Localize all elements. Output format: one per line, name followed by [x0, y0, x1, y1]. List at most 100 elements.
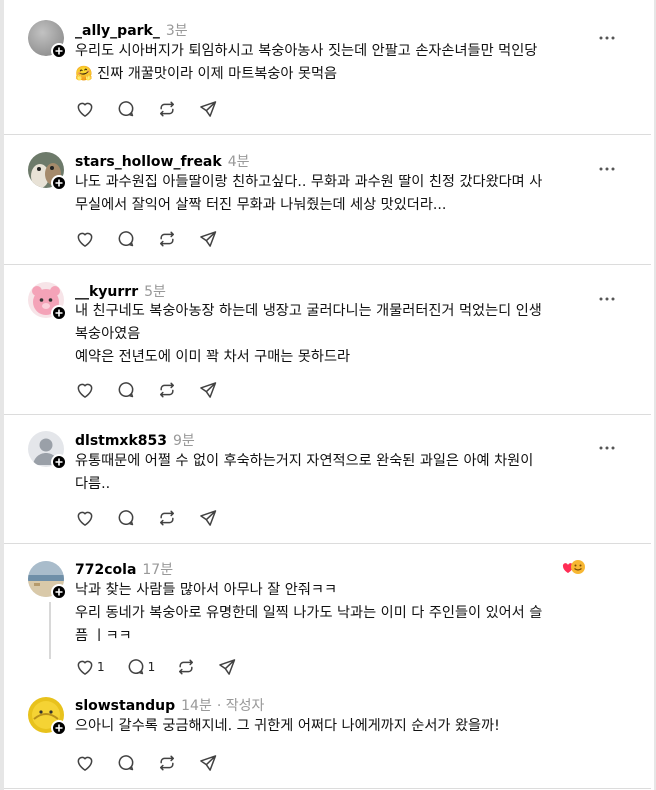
- heart-icon: [75, 508, 95, 528]
- post-divider: [4, 788, 651, 789]
- like-count: 1: [97, 660, 105, 674]
- post-text-line: 우리 동네가 복숭아로 유명한데 일찍 나가도 낙과는 이미 다 주인들이 있어…: [75, 605, 543, 621]
- follow-plus-icon[interactable]: [51, 584, 67, 600]
- username[interactable]: stars_hollow_freak: [75, 154, 222, 170]
- repost-button[interactable]: [157, 229, 177, 249]
- like-button[interactable]: [75, 380, 95, 400]
- action-bar: [75, 98, 239, 120]
- timestamp[interactable]: 17분: [142, 559, 173, 579]
- post-divider: [4, 543, 651, 544]
- comment-icon: [116, 99, 136, 119]
- repost-icon: [157, 380, 177, 400]
- action-bar: [75, 379, 239, 401]
- post-text: 유통때문에 어쩔 수 없이 후숙하는거지 자연적으로 완숙된 과일은 아예 차원…: [75, 450, 620, 496]
- like-button[interactable]: 1: [75, 657, 105, 677]
- share-button[interactable]: [198, 508, 218, 528]
- reply-button[interactable]: [116, 753, 136, 773]
- post-text-line: 복숭아였음: [75, 326, 141, 342]
- post-text-line: 낙과 찾는 사람들 많아서 아무나 잘 안줘ㅋㅋ: [75, 582, 338, 598]
- repost-icon: [157, 753, 177, 773]
- comment-icon: [116, 753, 136, 773]
- send-icon: [198, 99, 218, 119]
- avatar[interactable]: [28, 431, 67, 470]
- more-icon[interactable]: [598, 26, 616, 40]
- comment-icon: [116, 508, 136, 528]
- heart-icon: [75, 380, 95, 400]
- action-bar: [75, 228, 239, 250]
- send-icon: [198, 229, 218, 249]
- repost-icon: [157, 99, 177, 119]
- repost-icon: [157, 508, 177, 528]
- repost-button[interactable]: [157, 753, 177, 773]
- avatar[interactable]: [28, 152, 67, 191]
- avatar[interactable]: [28, 561, 67, 600]
- repost-button[interactable]: [157, 99, 177, 119]
- send-icon: [217, 657, 237, 677]
- follow-plus-icon[interactable]: [51, 454, 67, 470]
- comment-icon: [116, 380, 136, 400]
- repost-button[interactable]: [176, 657, 196, 677]
- post-text: 나도 과수원집 아들딸이랑 친하고싶다.. 무화과 과수원 딸이 친정 갔다왔다…: [75, 171, 620, 217]
- timestamp[interactable]: 9분: [173, 430, 195, 450]
- heart-icon: [75, 99, 95, 119]
- reply-button[interactable]: [116, 508, 136, 528]
- send-icon: [198, 380, 218, 400]
- post-text: 으아니 갈수록 궁금해지네. 그 귀한게 어쩌다 나에게까지 순서가 왔을까!: [75, 715, 620, 738]
- comment-icon: [116, 229, 136, 249]
- avatar[interactable]: [28, 20, 67, 59]
- post-text-line: 무실에서 잘익어 살짝 터진 무화과 나눠줬는데 세상 맛있더라...: [75, 197, 447, 213]
- repost-icon: [176, 657, 196, 677]
- more-icon[interactable]: [598, 287, 616, 301]
- post-text-line: 유통때문에 어쩔 수 없이 후숙하는거지 자연적으로 완숙된 과일은 아예 차원…: [75, 453, 534, 469]
- follow-plus-icon[interactable]: [51, 43, 67, 59]
- avatar[interactable]: [28, 697, 67, 736]
- like-button[interactable]: [75, 99, 95, 119]
- username[interactable]: dlstmxk853: [75, 433, 167, 449]
- post-text-line: 예약은 전년도에 이미 꽉 차서 구매는 못하드라: [75, 349, 351, 365]
- post-text-line: 🤗 진짜 개꿀맛이라 이제 마트복숭아 못먹음: [75, 66, 338, 82]
- author-tag: · 작성자: [216, 698, 265, 714]
- username[interactable]: _ally_park_: [75, 23, 160, 39]
- heart-icon: [75, 229, 95, 249]
- post-text-line: 나도 과수원집 아들딸이랑 친하고싶다.. 무화과 과수원 딸이 친정 갔다왔다…: [75, 174, 543, 190]
- heart-icon: [75, 657, 95, 677]
- send-icon: [198, 508, 218, 528]
- share-button[interactable]: [198, 229, 218, 249]
- like-button[interactable]: [75, 229, 95, 249]
- reply-button[interactable]: 1: [126, 657, 156, 677]
- post-text-line: 픔 ㅣㅋㅋ: [75, 628, 132, 644]
- timestamp[interactable]: 14분: [181, 695, 212, 715]
- follow-plus-icon[interactable]: [51, 305, 67, 321]
- timestamp[interactable]: 5분: [144, 281, 166, 301]
- reply-count: 1: [147, 660, 156, 674]
- action-bar: [75, 752, 239, 774]
- username[interactable]: __kyurrr: [75, 284, 138, 300]
- share-button[interactable]: [198, 99, 218, 119]
- follow-plus-icon[interactable]: [51, 720, 67, 736]
- username[interactable]: slowstandup: [75, 698, 175, 714]
- reply-button[interactable]: [116, 380, 136, 400]
- timestamp[interactable]: 4분: [228, 151, 250, 171]
- share-button[interactable]: [198, 380, 218, 400]
- repost-button[interactable]: [157, 380, 177, 400]
- more-icon[interactable]: [598, 436, 616, 450]
- follow-plus-icon[interactable]: [51, 175, 67, 191]
- username[interactable]: 772cola: [75, 562, 136, 578]
- like-button[interactable]: [75, 508, 95, 528]
- more-icon[interactable]: [598, 157, 616, 171]
- timestamp[interactable]: 3분: [166, 20, 188, 40]
- like-button[interactable]: [75, 753, 95, 773]
- frame-border-left: [0, 0, 4, 790]
- repost-button[interactable]: [157, 508, 177, 528]
- post-text-line: 우리도 시아버지가 퇴임하시고 복숭아농사 짓는데 안팔고 손자손녀들만 먹인당: [75, 43, 538, 59]
- share-button[interactable]: [217, 657, 237, 677]
- reply-button[interactable]: [116, 229, 136, 249]
- action-bar: [75, 507, 239, 529]
- action-bar: 1 1: [75, 656, 258, 678]
- post-text-line: 으아니 갈수록 궁금해지네. 그 귀한게 어쩌다 나에게까지 순서가 왔을까!: [75, 718, 500, 734]
- heart-icon: [75, 753, 95, 773]
- avatar[interactable]: [28, 282, 67, 321]
- post-text: 낙과 찾는 사람들 많아서 아무나 잘 안줘ㅋㅋ 우리 동네가 복숭아로 유명한…: [75, 579, 620, 648]
- share-button[interactable]: [198, 753, 218, 773]
- reply-button[interactable]: [116, 99, 136, 119]
